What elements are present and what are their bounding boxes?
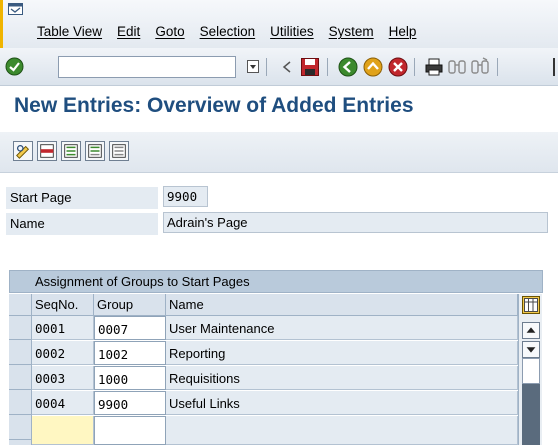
table-row-name: User Maintenance <box>166 316 518 340</box>
table-row-name: Requisitions <box>166 366 518 390</box>
back-icon[interactable] <box>338 57 358 77</box>
toolbar-overflow <box>553 58 555 76</box>
start-page-label: Start Page <box>6 187 158 210</box>
name-value: Adrain's Page <box>163 212 548 233</box>
row-selector[interactable] <box>9 366 31 390</box>
table-row-seqno: 0004 <box>32 391 94 415</box>
delete-row-icon[interactable] <box>37 141 57 161</box>
row-selector[interactable] <box>9 316 31 340</box>
column-header-seqno[interactable]: SeqNo. <box>32 294 94 316</box>
table-row-seqno: 0003 <box>32 366 94 390</box>
toolbar-separator <box>497 58 498 76</box>
table-row-seqno: 0002 <box>32 341 94 365</box>
select-all-icon[interactable] <box>61 141 81 161</box>
find-next-icon[interactable] <box>470 57 490 77</box>
scrollbar-track[interactable] <box>522 358 540 384</box>
table-row-group-input[interactable]: 9900 <box>94 391 166 415</box>
row-selector-column <box>9 294 32 445</box>
table-row-group-input[interactable]: 0007 <box>94 316 166 340</box>
table-row-seqno: 0001 <box>32 316 94 340</box>
row-selector[interactable] <box>9 341 31 365</box>
row-selector[interactable] <box>9 391 31 415</box>
menu-selection[interactable]: Selection <box>200 24 256 39</box>
table-settings-icon[interactable] <box>522 296 540 314</box>
select-all-rows-button[interactable] <box>9 294 31 316</box>
column-header-group[interactable]: Group <box>94 294 166 316</box>
table-row-group-input[interactable]: 1002 <box>94 341 166 365</box>
collapse-arrow-icon[interactable] <box>280 57 294 77</box>
name-label: Name <box>6 213 158 236</box>
table-row-name: Useful Links <box>166 391 518 415</box>
page-title: New Entries: Overview of Added Entries <box>0 86 558 132</box>
enter-icon[interactable] <box>5 57 24 76</box>
arrow-down-icon <box>526 347 536 353</box>
row-selector[interactable] <box>9 416 31 440</box>
print-icon[interactable] <box>424 57 444 77</box>
arrow-up-icon <box>526 327 536 333</box>
menu-system[interactable]: System <box>329 24 374 39</box>
table-row-group-input[interactable]: 1000 <box>94 366 166 390</box>
table-title: Assignment of Groups to Start Pages <box>9 270 543 293</box>
select-block-icon[interactable] <box>85 141 105 161</box>
toolbar-separator <box>327 58 328 76</box>
find-icon[interactable] <box>447 57 467 77</box>
scroll-up-button[interactable] <box>522 322 540 339</box>
exit-icon[interactable] <box>363 57 383 77</box>
system-menu-icon[interactable] <box>8 3 23 15</box>
toolbar-separator <box>266 58 267 76</box>
new-entry-name <box>166 416 518 445</box>
menu-goto[interactable]: Goto <box>155 24 184 39</box>
command-history-icon[interactable] <box>246 59 260 74</box>
column-header-name[interactable]: Name <box>166 294 518 316</box>
menu-edit[interactable]: Edit <box>117 24 140 39</box>
scroll-down-button[interactable] <box>522 341 540 358</box>
display-change-icon[interactable] <box>13 141 33 161</box>
command-field[interactable] <box>58 56 236 78</box>
toolbar-separator <box>414 58 415 76</box>
standard-toolbar <box>0 48 558 86</box>
menu-help[interactable]: Help <box>389 24 417 39</box>
save-icon[interactable] <box>300 57 320 77</box>
table-scrollbar[interactable] <box>518 294 542 445</box>
menu-bar: Table View Edit Goto Selection Utilities… <box>0 0 558 48</box>
start-page-value: 9900 <box>163 186 208 207</box>
scrollbar-thumb[interactable] <box>522 384 540 445</box>
application-toolbar <box>0 132 558 173</box>
header-form: Start Page 9900 Name Adrain's Page <box>0 173 558 273</box>
menu-table-view[interactable]: Table View <box>37 24 102 39</box>
table-row-name: Reporting <box>166 341 518 365</box>
deselect-all-icon[interactable] <box>109 141 129 161</box>
new-entry-group-input[interactable] <box>94 416 166 445</box>
new-entry-seqno-input[interactable] <box>32 416 94 445</box>
menu-utilities[interactable]: Utilities <box>270 24 314 39</box>
cancel-icon[interactable] <box>388 57 408 77</box>
